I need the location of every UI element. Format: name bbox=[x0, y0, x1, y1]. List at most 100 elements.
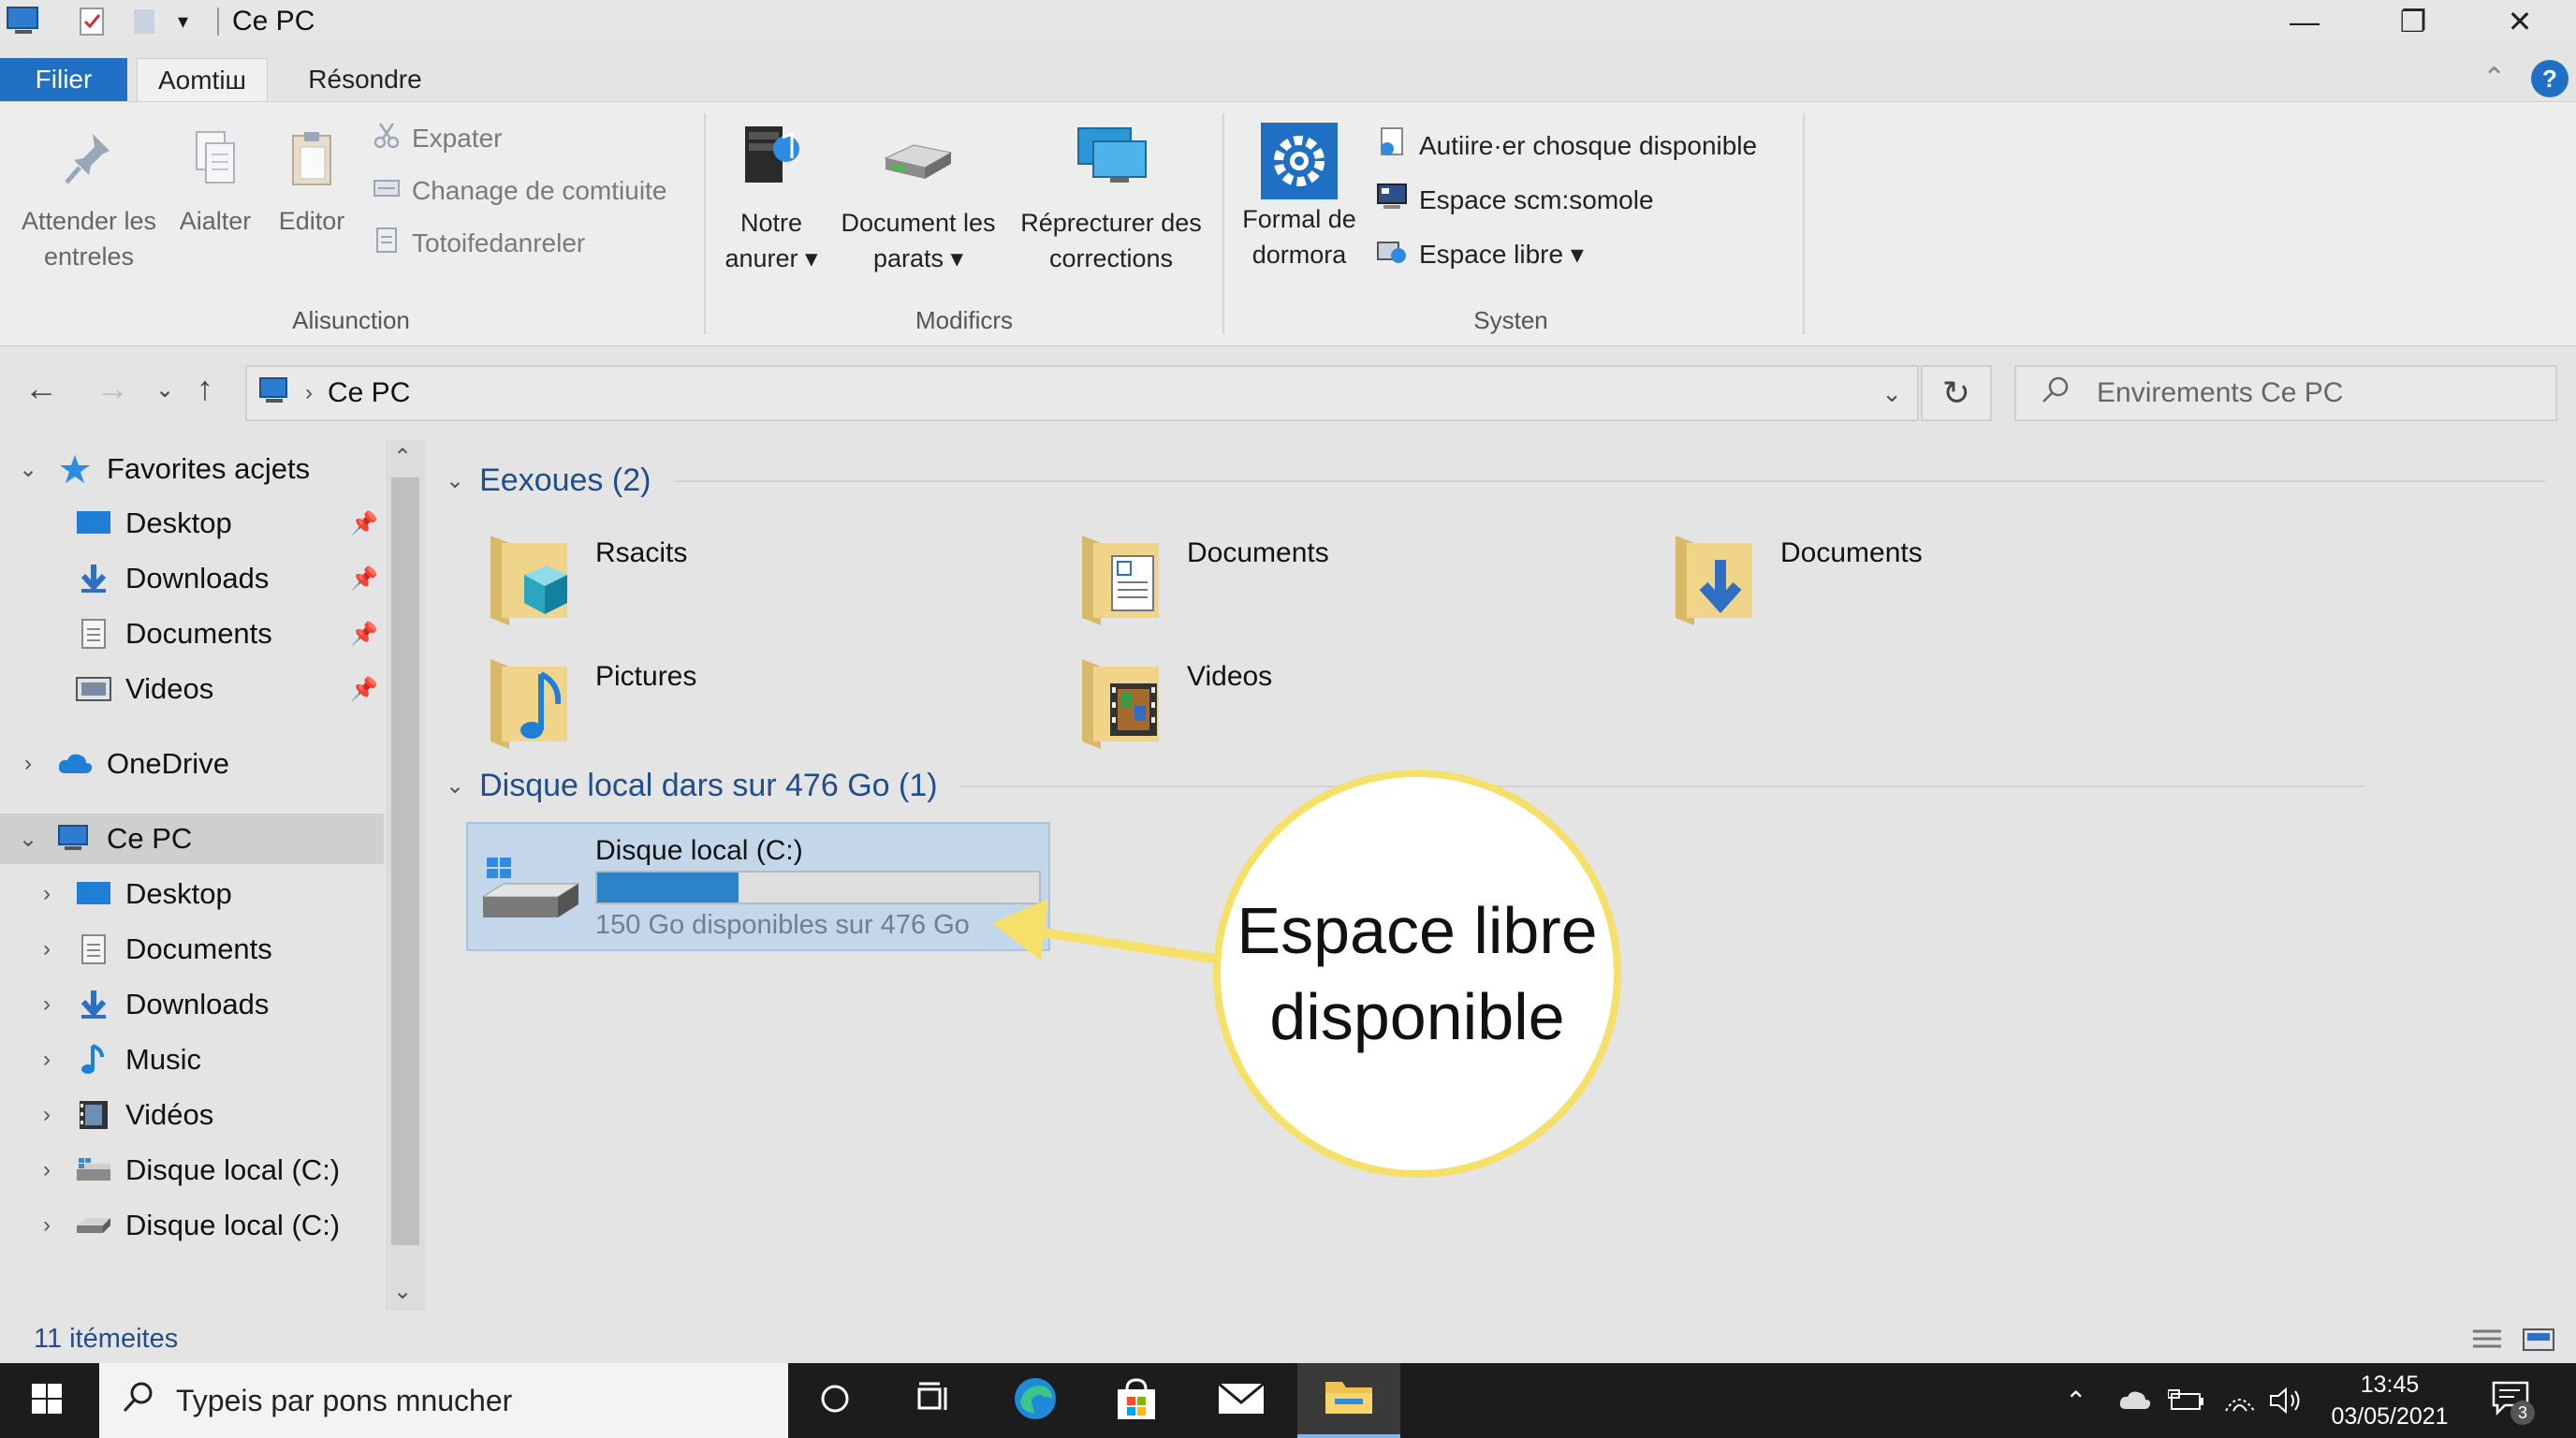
nav-label: Desktop bbox=[125, 506, 232, 539]
manage-button[interactable]: Espace libre ▾ bbox=[1376, 235, 1584, 273]
chevron-right-icon[interactable]: › bbox=[19, 1047, 75, 1073]
mail-button[interactable] bbox=[1194, 1363, 1288, 1438]
tab-home[interactable]: Aomtiш bbox=[137, 58, 268, 101]
cortana-button[interactable] bbox=[788, 1363, 882, 1438]
chevron-down-icon[interactable]: ⌄ bbox=[0, 456, 56, 483]
forward-arrow-icon[interactable]: → bbox=[95, 369, 129, 408]
breadcrumb-chevron-icon[interactable]: › bbox=[305, 380, 313, 406]
scroll-up-icon[interactable]: ⌃ bbox=[393, 444, 412, 471]
action-center-button[interactable]: 3 bbox=[2490, 1363, 2535, 1438]
search-icon bbox=[2041, 374, 2071, 412]
nav-desktop-pinned[interactable]: Desktop 📌 bbox=[0, 498, 384, 549]
nav-pc-local-disk-2[interactable]: › Disque local (C:) bbox=[0, 1200, 384, 1251]
nav-pc-documents[interactable]: › Documents bbox=[0, 924, 384, 975]
nav-pc-desktop[interactable]: › Desktop bbox=[0, 869, 384, 919]
breadcrumb-current[interactable]: Ce PC bbox=[328, 377, 410, 409]
scroll-down-icon[interactable]: ⌄ bbox=[393, 1278, 412, 1305]
pin-quick-access-button[interactable]: Attender les entreles bbox=[9, 128, 168, 274]
close-button[interactable]: ✕ bbox=[2473, 0, 2567, 43]
task-view-button[interactable] bbox=[887, 1363, 981, 1438]
nav-pc-music[interactable]: › Music bbox=[0, 1034, 384, 1085]
nav-documents-pinned[interactable]: Documents 📌 bbox=[0, 609, 384, 659]
open-settings-button[interactable]: Formal de dormora bbox=[1232, 121, 1367, 272]
copy-path-button[interactable]: Chanage de comtiuite bbox=[373, 173, 666, 208]
folder-3d-objects[interactable]: Rsacits bbox=[487, 528, 687, 630]
wifi-icon[interactable] bbox=[2222, 1363, 2256, 1438]
folder-videos[interactable]: Videos bbox=[1078, 652, 1272, 754]
task-view-icon bbox=[915, 1382, 953, 1420]
collapse-ribbon-icon[interactable]: ⌃ bbox=[2482, 62, 2506, 95]
store-button[interactable] bbox=[1090, 1363, 1183, 1438]
nav-downloads-pinned[interactable]: Downloads 📌 bbox=[0, 553, 384, 604]
chevron-down-icon[interactable]: ⌄ bbox=[446, 467, 464, 494]
tab-file[interactable]: Filier bbox=[0, 58, 127, 101]
search-icon bbox=[122, 1380, 155, 1421]
edge-browser-button[interactable] bbox=[988, 1363, 1082, 1438]
recent-locations-chevron-icon[interactable]: ⌄ bbox=[155, 376, 174, 404]
large-icons-view-icon[interactable] bbox=[2522, 1326, 2555, 1358]
show-hidden-icons-icon[interactable]: ⌃ bbox=[2065, 1363, 2086, 1438]
chevron-right-icon[interactable]: › bbox=[19, 881, 75, 907]
cut-button[interactable]: Expater bbox=[373, 121, 503, 155]
media-button[interactable]: Notre anurer ▾ bbox=[713, 121, 829, 276]
maximize-button[interactable]: ❐ bbox=[2366, 0, 2460, 43]
tab-share[interactable]: Résondre bbox=[281, 58, 449, 101]
chevron-right-icon[interactable]: › bbox=[19, 1157, 75, 1183]
file-explorer-button[interactable] bbox=[1297, 1363, 1400, 1438]
copy-button[interactable]: Aialter bbox=[170, 128, 260, 239]
taskbar-clock[interactable]: 13:45 03/05/2021 bbox=[2310, 1369, 2469, 1432]
media-label-line1: Notre bbox=[739, 209, 803, 237]
nav-pc-local-disk[interactable]: › Disque local (C:) bbox=[0, 1145, 384, 1196]
scrollbar-thumb[interactable] bbox=[391, 477, 419, 1245]
chevron-right-icon[interactable]: › bbox=[19, 1102, 75, 1128]
refresh-button[interactable]: ↻ bbox=[1921, 365, 1992, 421]
up-arrow-icon[interactable]: ↑ bbox=[197, 369, 213, 408]
drive-tile-c[interactable]: Disque local (C:) 150 Go disponibles sur… bbox=[466, 822, 1050, 951]
paste-shortcut-button[interactable]: Totoifedanreler bbox=[373, 226, 585, 260]
downloads-folder-icon bbox=[1672, 528, 1762, 630]
paste-button[interactable]: Editor bbox=[270, 128, 354, 239]
clock-date: 03/05/2021 bbox=[2331, 1403, 2449, 1430]
uninstall-button[interactable]: Autiire·er chosque disponible bbox=[1376, 126, 1757, 165]
chevron-right-icon[interactable]: › bbox=[0, 751, 56, 777]
system-properties-button[interactable]: Espace scm:somole bbox=[1376, 181, 1654, 219]
details-view-icon[interactable] bbox=[2471, 1326, 2503, 1358]
chevron-down-icon[interactable]: ⌄ bbox=[0, 826, 56, 853]
folder-music[interactable]: Pictures bbox=[487, 652, 696, 754]
nav-pc-downloads[interactable]: › Downloads bbox=[0, 979, 384, 1030]
nav-quick-access[interactable]: ⌄ Favorites acjets bbox=[0, 444, 384, 494]
chevron-right-icon[interactable]: › bbox=[19, 991, 75, 1018]
new-folder-icon[interactable] bbox=[131, 4, 159, 39]
folder-documents[interactable]: Documents bbox=[1078, 528, 1329, 630]
address-dropdown-icon[interactable]: ⌄ bbox=[1881, 379, 1902, 408]
chevron-down-icon[interactable]: ⌄ bbox=[446, 772, 464, 800]
start-button[interactable] bbox=[0, 1363, 94, 1438]
chevron-right-icon[interactable]: › bbox=[19, 936, 75, 962]
address-bar[interactable]: › Ce PC ⌄ bbox=[245, 365, 1919, 421]
map-drive-button[interactable]: Document les parats ▾ bbox=[829, 121, 1007, 276]
folders-group-header[interactable]: ⌄ Eexoues (2) bbox=[446, 462, 2546, 499]
taskbar-search-input[interactable]: Typeis par pons mnucher bbox=[99, 1363, 788, 1438]
nav-this-pc[interactable]: ⌄ Ce PC bbox=[0, 814, 384, 864]
back-arrow-icon[interactable]: ← bbox=[24, 369, 58, 408]
volume-icon[interactable] bbox=[2267, 1363, 2305, 1438]
chevron-right-icon[interactable]: › bbox=[19, 1212, 75, 1239]
refresh-icon: ↻ bbox=[1941, 374, 1971, 412]
pc-icon bbox=[258, 376, 292, 411]
nav-videos-pinned[interactable]: Videos 📌 bbox=[0, 664, 384, 714]
properties-icon[interactable] bbox=[77, 4, 109, 39]
nav-pc-videos[interactable]: › Vidéos bbox=[0, 1090, 384, 1140]
help-icon[interactable]: ? bbox=[2531, 60, 2569, 97]
folder-downloads[interactable]: Documents bbox=[1672, 528, 1923, 630]
battery-icon[interactable] bbox=[2168, 1363, 2205, 1438]
nav-label: Ce PC bbox=[107, 822, 193, 855]
quick-access-dropdown-icon[interactable]: ▾ bbox=[178, 4, 188, 39]
nav-onedrive[interactable]: › OneDrive bbox=[0, 739, 384, 789]
minimize-button[interactable]: — bbox=[2258, 0, 2351, 43]
search-input[interactable]: Envirements Ce PC bbox=[2014, 365, 2557, 421]
onedrive-tray-icon[interactable] bbox=[2117, 1363, 2153, 1438]
network-location-button[interactable]: Réprecturer des corrections bbox=[1007, 121, 1215, 276]
pin-icon bbox=[9, 128, 168, 198]
pin-icon: 📌 bbox=[350, 676, 378, 702]
nav-scrollbar[interactable]: ⌃ ⌄ bbox=[386, 440, 425, 1311]
